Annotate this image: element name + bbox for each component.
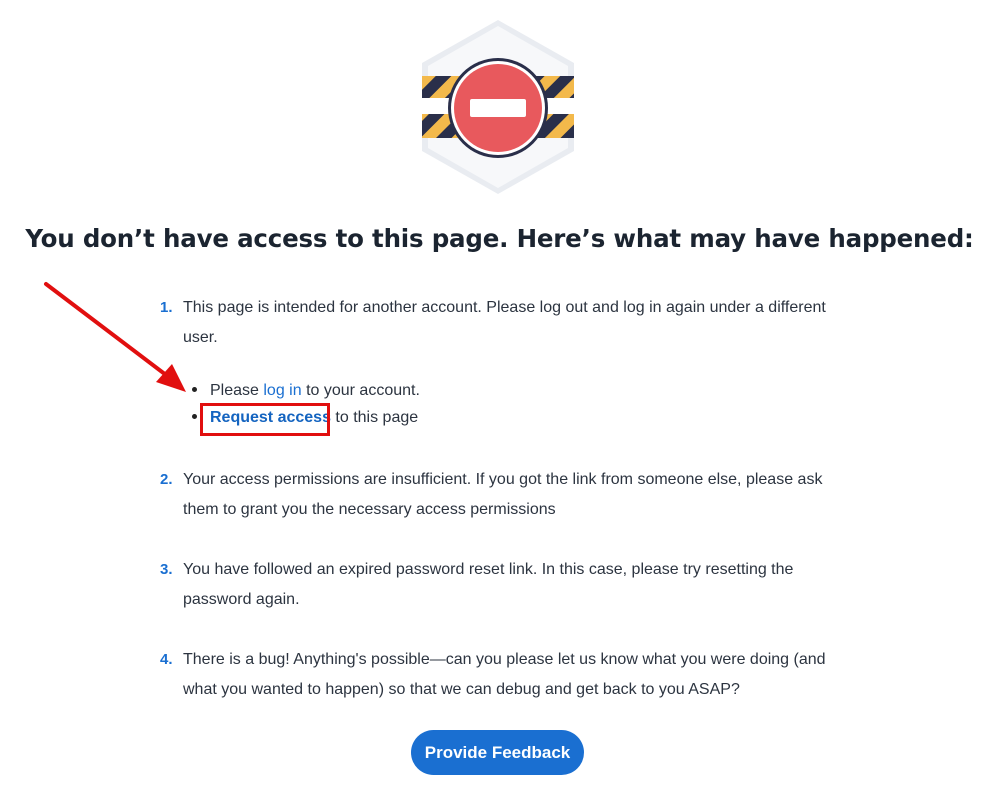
list-item-text: You have followed an expired password re…	[183, 561, 794, 608]
log-in-link[interactable]: log in	[263, 382, 301, 399]
page-title: You don’t have access to this page. Here…	[25, 224, 974, 253]
access-denied-icon	[418, 16, 578, 198]
list-number: 2.	[160, 471, 173, 488]
provide-feedback-button[interactable]: Provide Feedback	[411, 730, 584, 775]
list-item-text: This page is intended for another accoun…	[183, 299, 826, 346]
list-item: 1. This page is intended for another acc…	[160, 293, 850, 353]
list-item: 3. You have followed an expired password…	[160, 555, 850, 615]
list-item: 4. There is a bug! Anything's possible—c…	[160, 645, 850, 705]
list-number: 4.	[160, 651, 173, 668]
list-item: 2. Your access permissions are insuffici…	[160, 465, 850, 525]
list-item-text: There is a bug! Anything's possible—can …	[183, 651, 826, 698]
list-item-text: Your access permissions are insufficient…	[183, 471, 823, 518]
red-arrow-icon	[44, 282, 186, 392]
list-number: 3.	[160, 561, 173, 578]
sub-item-login: Please log in to your account.	[192, 382, 592, 400]
bullet-icon	[192, 414, 197, 420]
